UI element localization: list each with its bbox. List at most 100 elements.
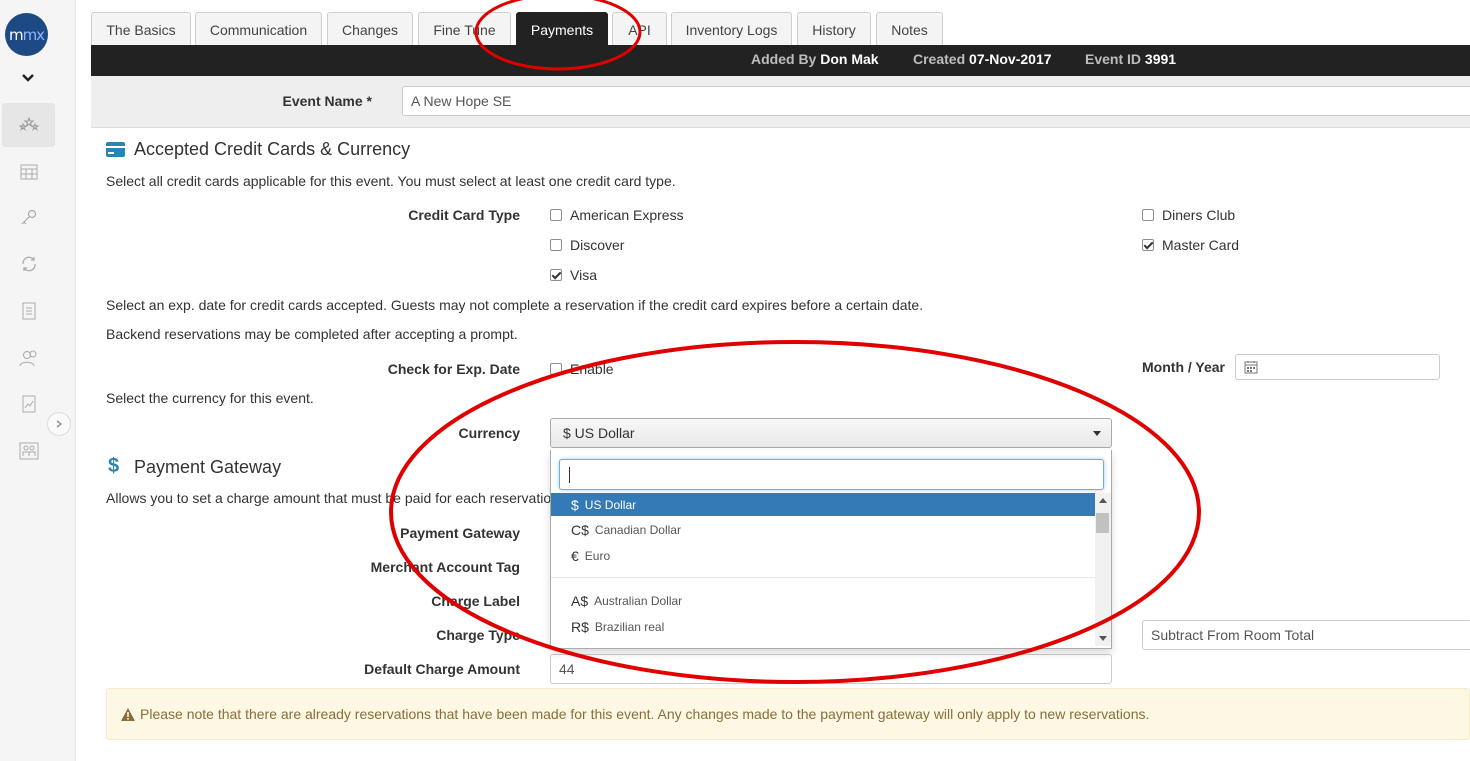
- tab-api[interactable]: API: [612, 12, 667, 46]
- scroll-up-icon[interactable]: [1099, 497, 1107, 503]
- cc-diners-club[interactable]: Diners Club: [1142, 207, 1235, 223]
- added-by-info: Added By Don Mak: [751, 51, 879, 67]
- checkbox[interactable]: [550, 209, 562, 221]
- currency-option-usd[interactable]: $ US Dollar: [551, 493, 1095, 516]
- tab-fine-tune[interactable]: Fine Tune: [418, 12, 511, 46]
- enable-label: Enable: [570, 361, 614, 377]
- currency-search-input[interactable]: [559, 459, 1104, 490]
- exp-date-enable[interactable]: Enable: [550, 361, 614, 377]
- warning-icon: [121, 707, 135, 721]
- checkbox-checked[interactable]: [550, 269, 562, 281]
- credit-cards-help: Select all credit cards applicable for t…: [106, 173, 676, 189]
- month-year-label: Month / Year: [1142, 359, 1225, 375]
- sidebar-item-keys[interactable]: [2, 196, 55, 240]
- scroll-down-icon[interactable]: [1099, 636, 1107, 642]
- tab-notes[interactable]: Notes: [876, 12, 943, 46]
- key-icon: [21, 209, 36, 225]
- checkbox[interactable]: [550, 239, 562, 251]
- currency-label: Currency: [458, 425, 520, 441]
- added-by-label: Added By: [751, 51, 817, 67]
- cc-label: Visa: [570, 267, 597, 283]
- dollar-icon: $: [108, 455, 120, 477]
- logo-text-a: m: [8, 25, 24, 44]
- cc-visa[interactable]: Visa: [550, 267, 597, 283]
- cc-label: American Express: [570, 207, 684, 223]
- sidebar-item-events[interactable]: [2, 103, 55, 147]
- cc-label: Master Card: [1162, 237, 1240, 253]
- scrollbar-thumb[interactable]: [1096, 513, 1109, 533]
- event-name-label: Event Name *: [282, 93, 372, 109]
- tab-communication[interactable]: Communication: [195, 12, 322, 46]
- currency-select[interactable]: $ US Dollar: [550, 418, 1112, 448]
- event-id-label: Event ID: [1085, 51, 1142, 67]
- sidebar: m mx: [0, 0, 76, 761]
- currency-symbol: R$: [571, 618, 589, 635]
- currency-symbol: $: [571, 496, 579, 513]
- currency-selected-value: $ US Dollar: [563, 425, 635, 441]
- calendar-icon: [1244, 361, 1258, 374]
- currency-name: Australian Dollar: [594, 593, 683, 608]
- stars-icon: [18, 117, 39, 132]
- cc-american-express[interactable]: American Express: [550, 207, 684, 223]
- reservations-warning-alert: Please note that there are already reser…: [106, 688, 1470, 740]
- chart-doc-icon: [22, 395, 35, 413]
- tab-payments[interactable]: Payments: [516, 12, 608, 46]
- cc-master-card[interactable]: Master Card: [1142, 237, 1239, 253]
- dropdown-scrollbar[interactable]: [1095, 493, 1111, 646]
- event-name-field[interactable]: A New Hope SE: [402, 86, 1470, 116]
- currency-options-list: $ US Dollar C$ Canadian Dollar € Euro A$…: [551, 493, 1095, 646]
- created-label: Created: [913, 51, 966, 67]
- sidebar-item-reports[interactable]: [2, 289, 55, 333]
- users-icon: [19, 350, 36, 367]
- checkbox[interactable]: [1142, 209, 1154, 221]
- sidebar-item-users[interactable]: [2, 336, 55, 380]
- caret-down-icon: [1093, 431, 1101, 436]
- sidebar-expand-button[interactable]: [47, 412, 71, 436]
- sidebar-item-groups[interactable]: [2, 429, 55, 473]
- default-charge-amount-field[interactable]: 44: [550, 654, 1112, 684]
- event-id-value: 3991: [1144, 51, 1177, 67]
- payment-gateway-title: Payment Gateway: [134, 457, 282, 477]
- tab-inventory-logs[interactable]: Inventory Logs: [671, 12, 792, 46]
- cc-discover[interactable]: Discover: [550, 237, 624, 253]
- tab-the-basics[interactable]: The Basics: [91, 12, 191, 46]
- charge-type-field[interactable]: Subtract From Room Total: [1142, 620, 1470, 650]
- event-id-info: Event ID 3991: [1085, 51, 1176, 67]
- document-list-icon: [22, 302, 35, 320]
- sync-icon: [21, 256, 36, 272]
- currency-option-brl[interactable]: R$ Brazilian real: [551, 615, 1095, 638]
- currency-dropdown: $ US Dollar C$ Canadian Dollar € Euro A$…: [550, 450, 1112, 649]
- checkbox-checked[interactable]: [1142, 239, 1154, 251]
- currency-help: Select the currency for this event.: [106, 390, 314, 406]
- merchant-account-tag-label: Merchant Account Tag: [370, 559, 520, 575]
- exp-date-label: Check for Exp. Date: [387, 361, 520, 377]
- credit-card-type-label: Credit Card Type: [408, 207, 520, 223]
- cc-label: Discover: [570, 237, 625, 253]
- payment-gateway-help: Allows you to set a charge amount that m…: [106, 490, 559, 506]
- currency-symbol: A$: [571, 592, 589, 609]
- app-logo[interactable]: m mx: [5, 13, 48, 56]
- month-year-field[interactable]: [1235, 354, 1440, 380]
- currency-option-eur[interactable]: € Euro: [551, 544, 1095, 567]
- currency-option-cad[interactable]: C$ Canadian Dollar: [551, 518, 1095, 541]
- created-value: 07-Nov-2017: [969, 51, 1052, 67]
- text-cursor: [569, 467, 570, 483]
- tab-history[interactable]: History: [797, 12, 871, 46]
- collapse-chevron-icon[interactable]: [20, 70, 36, 86]
- currency-name: Canadian Dollar: [594, 522, 681, 537]
- cc-label: Diners Club: [1162, 207, 1236, 223]
- sidebar-item-sync[interactable]: [2, 242, 55, 286]
- event-info-bar: Added By Don Mak Created 07-Nov-2017 Eve…: [91, 45, 1470, 76]
- currency-option-aud[interactable]: A$ Australian Dollar: [551, 589, 1095, 612]
- payment-gateway-label: Payment Gateway: [400, 525, 520, 541]
- currency-symbol: C$: [571, 521, 589, 538]
- tab-changes[interactable]: Changes: [327, 12, 413, 46]
- currency-name: Brazilian real: [594, 619, 665, 634]
- created-info: Created 07-Nov-2017: [913, 51, 1052, 67]
- checkbox[interactable]: [550, 363, 562, 375]
- group-icon: [19, 442, 38, 460]
- sidebar-item-calendar[interactable]: [2, 150, 55, 194]
- currency-symbol: €: [571, 547, 579, 564]
- credit-cards-title: Accepted Credit Cards & Currency: [134, 139, 411, 159]
- alert-text: Please note that there are already reser…: [140, 706, 1150, 722]
